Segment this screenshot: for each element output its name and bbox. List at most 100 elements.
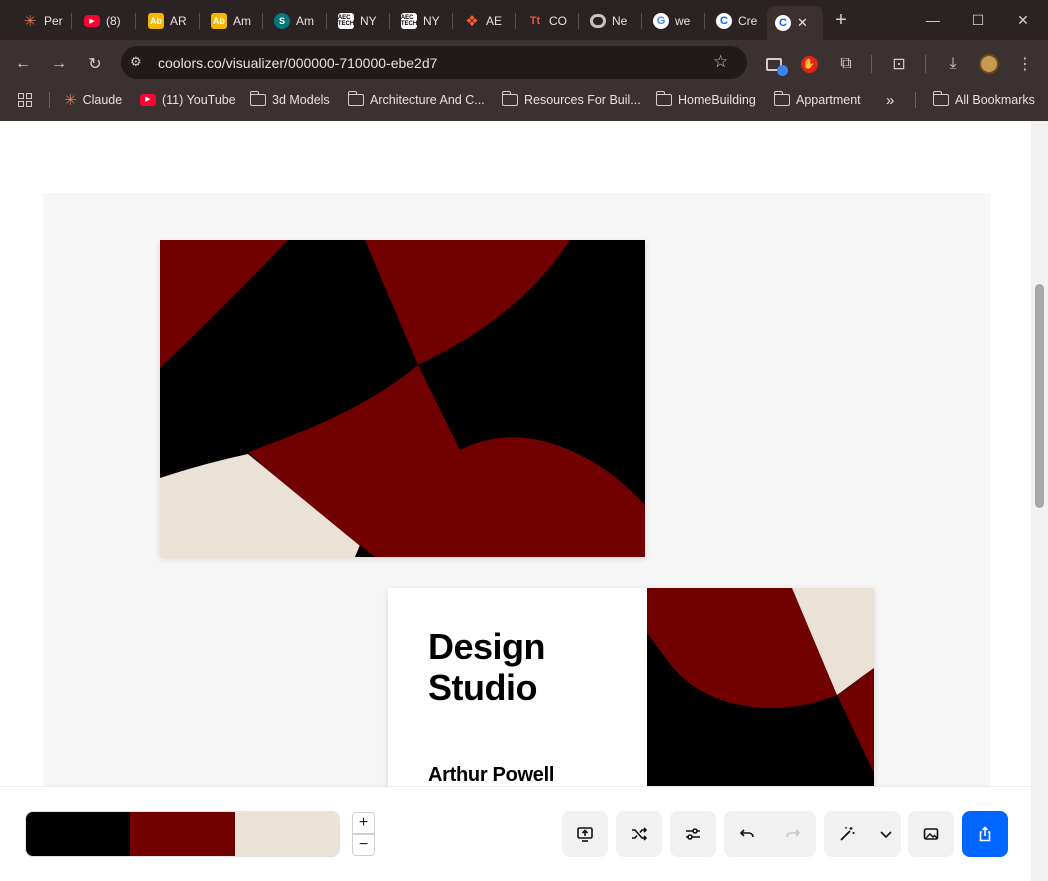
magic-options-dropdown[interactable] (870, 811, 901, 857)
tab-search-icon[interactable]: ⊡ (885, 50, 913, 78)
toolbar-separator (871, 55, 872, 73)
bookmark-star-icon[interactable]: ☆ (713, 52, 728, 72)
palette-swatch-black[interactable] (26, 812, 131, 856)
youtube-icon: ▶ (84, 14, 100, 27)
folder-icon (773, 91, 790, 106)
bookmark-label: 3d Models (272, 93, 330, 107)
sliders-icon (686, 828, 700, 840)
tab-sharepoint[interactable]: S Am (266, 7, 320, 34)
tab-title: AR (170, 13, 187, 28)
folder-icon (347, 91, 364, 106)
chevron-down-icon (879, 831, 892, 839)
folder-icon (249, 91, 266, 106)
tab-youtube[interactable]: ▶ (8) (76, 7, 132, 34)
visualizer-canvas: Design Studio Arthur Powell (43, 193, 990, 808)
bookmark-resources[interactable]: Resources For Buil... (501, 90, 641, 110)
bookmark-separator (49, 92, 50, 108)
bookmark-youtube[interactable]: ▶ (11) YouTube (140, 90, 236, 110)
tab-ny-2[interactable]: AEC TECH NY (393, 7, 447, 34)
minimize-button[interactable]: — (910, 8, 956, 32)
reload-icon[interactable]: ↻ (81, 50, 109, 78)
more-bookmarks-chevron[interactable]: » (886, 90, 894, 110)
tab-aec[interactable]: ❖ AE (456, 7, 510, 34)
bookmark-homebuilding[interactable]: HomeBuilding (655, 90, 756, 110)
tab-ar[interactable]: Ab AR (140, 7, 194, 34)
tab-title: we (675, 13, 691, 28)
folder-icon (501, 91, 518, 106)
claude-icon: ✳ (64, 92, 77, 109)
redo-button[interactable] (770, 811, 816, 857)
person-name: Arthur Powell (428, 764, 555, 786)
download-icon[interactable]: ⤓ (939, 50, 967, 78)
business-card-front[interactable]: Design Studio Arthur Powell (388, 588, 874, 808)
undo-icon (739, 829, 754, 838)
studio-name-heading: Design Studio (428, 626, 628, 708)
back-arrow-icon[interactable]: ← (9, 50, 37, 78)
forward-arrow-icon[interactable]: → (45, 50, 73, 78)
tab-title: Am (296, 13, 314, 28)
profile-avatar[interactable] (975, 50, 1003, 78)
bookmark-all-bookmarks[interactable]: All Bookmarks (932, 90, 1035, 110)
share-icon (979, 826, 991, 842)
export-button[interactable] (962, 811, 1008, 857)
ab-icon: Ab (211, 12, 227, 29)
browser-chrome: ✳ Per ▶ (8) Ab AR Ab Am S Am AEC TECH NY … (0, 0, 1048, 121)
adblock-icon[interactable]: ✋ (795, 50, 823, 78)
redo-icon (786, 829, 801, 838)
tab-we[interactable]: G we (645, 7, 699, 34)
toolbar-separator (925, 55, 926, 73)
tab-title: AE (486, 13, 503, 28)
magic-button[interactable] (824, 811, 870, 857)
tab-active-coolors[interactable]: C ✕ (767, 6, 823, 40)
tab-separator (641, 13, 642, 29)
color-palette[interactable] (25, 811, 340, 857)
extensions-icon[interactable]: ⧉ (832, 50, 860, 78)
adjust-button[interactable] (670, 811, 716, 857)
scrollbar-thumb[interactable] (1035, 284, 1044, 508)
bookmark-claude[interactable]: ✳ Claude (64, 90, 122, 110)
shuffle-icon (632, 827, 648, 841)
aec-icon: ❖ (465, 12, 479, 30)
image-button[interactable] (908, 811, 954, 857)
close-tab-icon[interactable]: ✕ (797, 15, 808, 31)
tab-am[interactable]: Ab Am (203, 7, 257, 34)
tab-separator (262, 13, 263, 29)
palette-swatch-red[interactable] (130, 812, 235, 856)
tab-claude[interactable]: ✳ Per (14, 7, 66, 34)
new-tab-button[interactable]: + (818, 8, 864, 32)
url-text[interactable]: coolors.co/visualizer/000000-710000-ebe2… (158, 55, 437, 71)
close-window-button[interactable]: ✕ (1000, 8, 1046, 32)
bookmark-architecture[interactable]: Architecture And C... (347, 90, 485, 110)
aec-tech-icon: AEC TECH (400, 12, 418, 29)
bookmark-appartment[interactable]: Appartment (773, 90, 861, 110)
tab-cre[interactable]: C Cre (708, 7, 762, 34)
menu-kebab-icon[interactable]: ⋮ (1011, 50, 1039, 78)
address-bar[interactable]: ⚙ coolors.co/visualizer/000000-710000-eb… (121, 46, 747, 79)
business-card-back[interactable] (160, 240, 645, 557)
bookmark-label: Appartment (796, 93, 861, 107)
tab-title: NY (423, 13, 440, 28)
shuffle-button[interactable] (616, 811, 662, 857)
tab-separator (389, 13, 390, 29)
tab-co[interactable]: Tt CO (519, 7, 573, 34)
tab-ny-1[interactable]: AEC TECH NY (330, 7, 384, 34)
zoom-out-button[interactable]: − (352, 834, 375, 856)
image-icon (923, 828, 939, 840)
tab-cast-icon[interactable] (760, 50, 788, 78)
chrome-icon (590, 13, 606, 28)
present-button[interactable] (562, 811, 608, 857)
undo-button[interactable] (724, 811, 770, 857)
bookmark-label: HomeBuilding (678, 93, 756, 107)
tab-ne[interactable]: Ne (582, 7, 636, 34)
site-settings-icon[interactable]: ⚙ (130, 54, 142, 70)
bookmark-3d-models[interactable]: 3d Models (249, 90, 330, 110)
tab-title: Ne (612, 13, 628, 28)
maximize-button[interactable]: ☐ (955, 8, 1001, 32)
apps-grid-icon[interactable] (18, 90, 32, 110)
palette-swatch-cream[interactable] (234, 812, 339, 856)
ab-icon: Ab (148, 12, 164, 29)
folder-icon (932, 91, 949, 106)
tab-title: Per (44, 13, 63, 28)
zoom-in-button[interactable]: + (352, 812, 375, 834)
tab-separator (135, 13, 136, 29)
